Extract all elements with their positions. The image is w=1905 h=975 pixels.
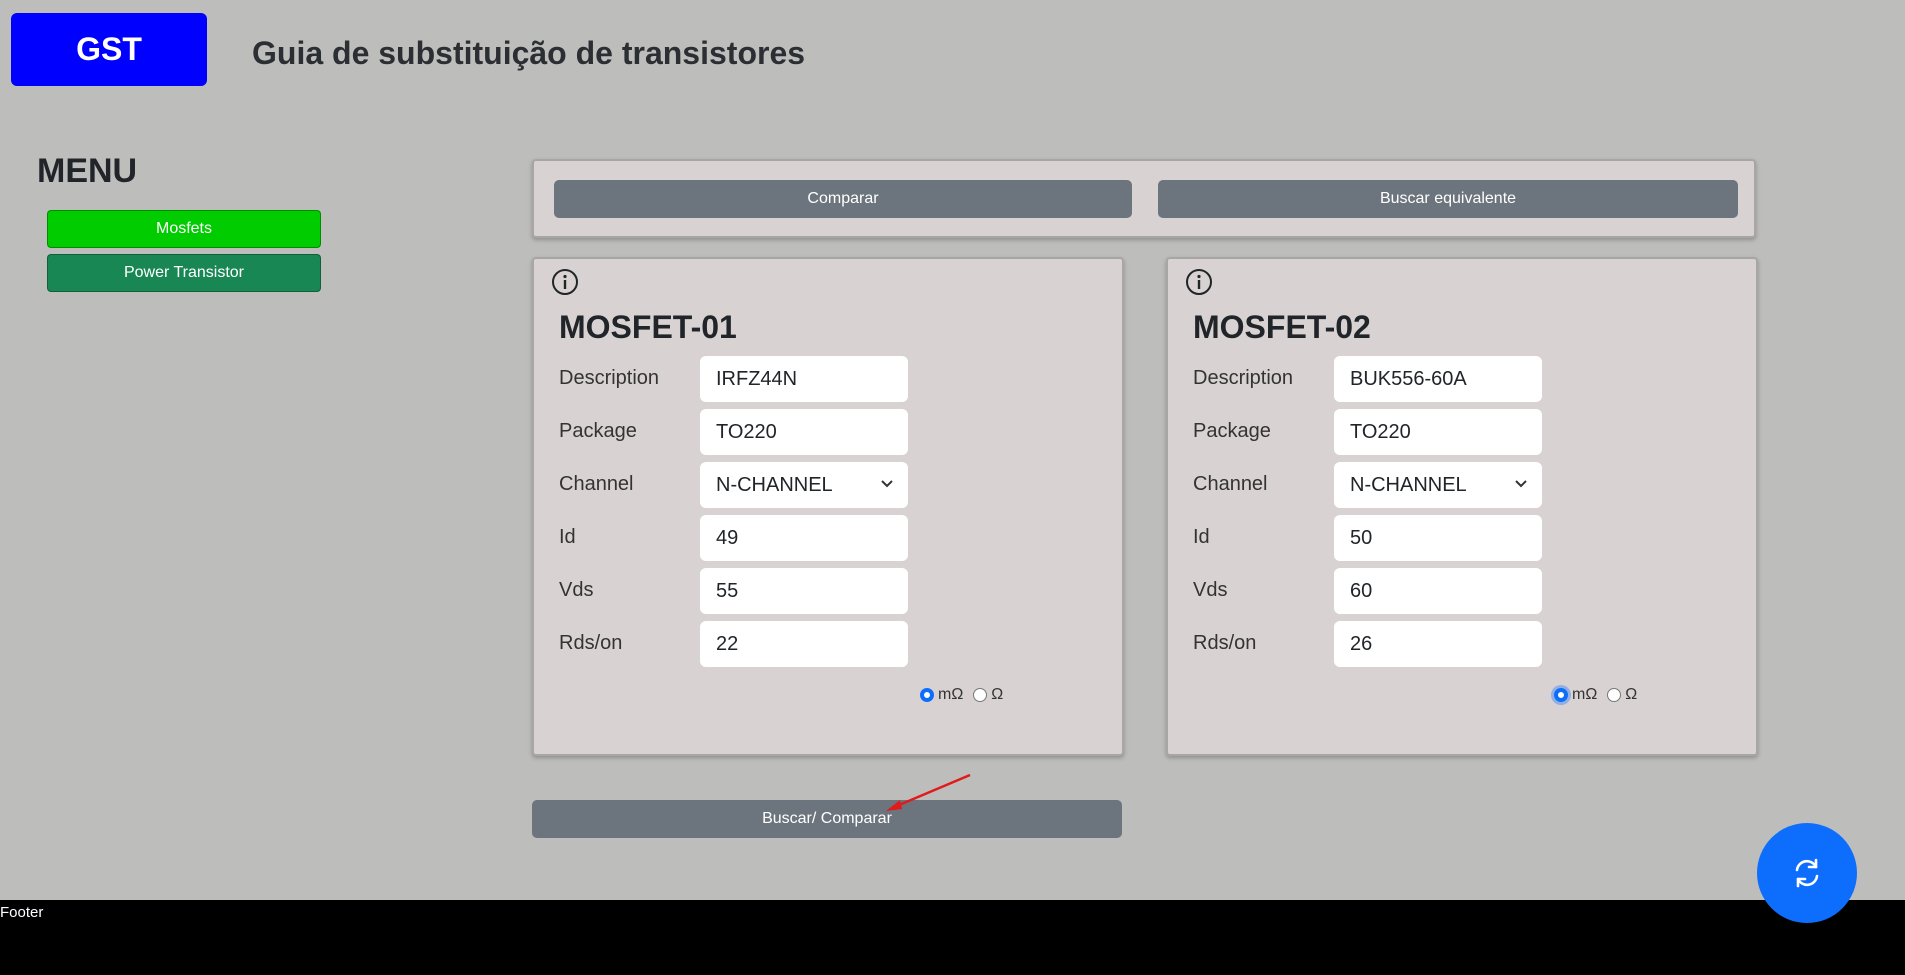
page-title: Guia de substituição de transistores [252,35,806,71]
vds-input[interactable]: 55 [700,568,908,614]
unit-mohm-label: mΩ [938,686,964,703]
footer: Footer [0,900,1905,975]
unit-ohm-radio[interactable] [1607,688,1622,702]
channel-select-value: N-CHANNEL [1350,473,1467,496]
rds-on-input[interactable]: 26 [1334,621,1542,667]
mosfet-card-1: MOSFET-01 Description IRFZ44N Package TO… [532,257,1124,756]
app-logo[interactable]: GST [11,13,207,86]
package-label: Package [1193,420,1271,442]
unit-mohm-label: mΩ [1572,686,1598,703]
id-label: Id [1193,526,1210,548]
menu-title: MENU [37,152,138,190]
channel-select-value: N-CHANNEL [716,473,833,496]
rds-on-label: Rds/on [559,632,623,654]
channel-label: Channel [1193,473,1268,495]
package-input[interactable]: TO220 [700,409,908,455]
id-input[interactable]: 49 [700,515,908,561]
package-input[interactable]: TO220 [1334,409,1542,455]
card-title: MOSFET-02 [1193,309,1371,345]
unit-ohm-radio[interactable] [973,688,988,702]
find-equivalent-button[interactable]: Buscar equivalente [1158,180,1738,218]
vds-label: Vds [1193,579,1228,601]
footer-text: Footer [0,904,44,921]
menu-item-mosfets[interactable]: Mosfets [47,210,321,248]
rds-on-input[interactable]: 22 [700,621,908,667]
annotation-arrow [886,773,971,811]
description-input[interactable]: BUK556-60A [1334,356,1542,402]
description-input[interactable]: IRFZ44N [700,356,908,402]
channel-label: Channel [559,473,634,495]
unit-ohm-label: Ω [1625,686,1638,703]
menu-item-power-transistor[interactable]: Power Transistor [47,254,321,292]
description-label: Description [1193,367,1294,389]
channel-select[interactable]: N-CHANNEL [700,462,908,508]
rds-on-label: Rds/on [1193,632,1257,654]
search-compare-button[interactable]: Buscar/ Comparar [532,800,1122,838]
refresh-button[interactable] [1757,823,1857,923]
rds-unit-group: mΩ Ω [920,686,1013,704]
refresh-icon [1795,858,1819,888]
mosfet-card-2: MOSFET-02 Description BUK556-60A Package… [1166,257,1758,756]
rds-unit-group: mΩ Ω [1554,686,1647,704]
unit-ohm-label: Ω [991,686,1004,703]
action-toolbar: Comparar Buscar equivalente [532,159,1756,238]
chevron-down-icon [1515,480,1527,488]
channel-select[interactable]: N-CHANNEL [1334,462,1542,508]
package-label: Package [559,420,637,442]
unit-mohm-radio[interactable] [920,688,934,702]
vds-input[interactable]: 60 [1334,568,1542,614]
card-title: MOSFET-01 [559,309,737,345]
info-icon[interactable] [1184,267,1214,297]
compare-button[interactable]: Comparar [554,180,1132,218]
vds-label: Vds [559,579,594,601]
info-icon[interactable] [550,267,580,297]
description-label: Description [559,367,660,389]
unit-mohm-radio[interactable] [1554,688,1568,702]
chevron-down-icon [881,480,893,488]
id-label: Id [559,526,576,548]
id-input[interactable]: 50 [1334,515,1542,561]
